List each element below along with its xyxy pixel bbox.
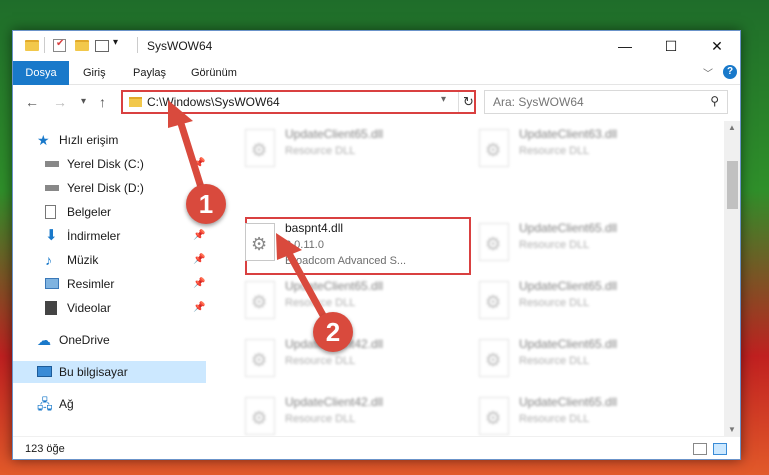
step-2-badge: 2 <box>313 312 353 352</box>
annotation-arrows <box>168 100 334 332</box>
step-1-badge: 1 <box>186 184 226 224</box>
